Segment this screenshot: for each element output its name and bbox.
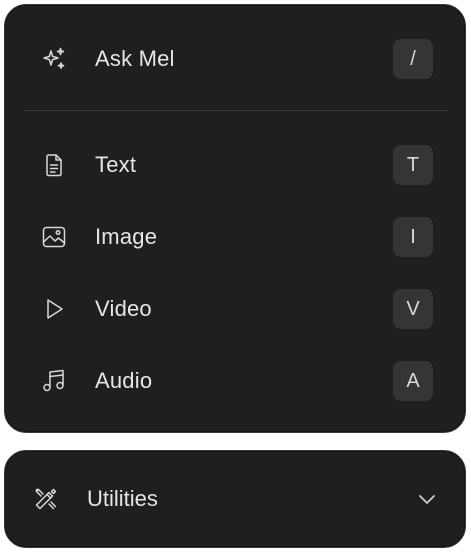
shortcut-key: T — [393, 145, 433, 185]
app-stage: Ask Mel / Text T Image I Video V Audio A… — [0, 0, 471, 553]
utilities-label: Utilities — [87, 486, 158, 511]
menu-item-image[interactable]: Image I — [5, 209, 465, 265]
document-icon — [39, 150, 69, 180]
menu-item-video[interactable]: Video V — [5, 281, 465, 337]
menu-item-audio[interactable]: Audio A — [5, 353, 465, 409]
image-icon — [39, 222, 69, 252]
menu-item-ask[interactable]: Ask Mel / — [5, 31, 465, 87]
sparkles-icon — [39, 44, 69, 74]
menu-item-text[interactable]: Text T — [5, 137, 465, 193]
menu-divider — [23, 110, 449, 111]
play-icon — [39, 294, 69, 324]
utilities-panel: Utilities — [4, 450, 466, 548]
menu-item-label: Audio — [95, 368, 153, 393]
shortcut-key: / — [393, 39, 433, 79]
music-note-icon — [39, 366, 69, 396]
menu-item-label: Video — [95, 296, 152, 321]
menu-item-label: Ask Mel — [95, 46, 175, 71]
insert-menu-panel: Ask Mel / Text T Image I Video V Audio A — [4, 4, 466, 433]
shortcut-key: V — [393, 289, 433, 329]
shortcut-key: A — [393, 361, 433, 401]
shortcut-key: I — [393, 217, 433, 257]
menu-item-label: Image — [95, 224, 158, 249]
tools-icon — [31, 484, 61, 514]
menu-item-label: Text — [95, 152, 137, 177]
utilities-toggle[interactable]: Utilities — [5, 471, 465, 527]
chevron-down-icon[interactable] — [415, 487, 439, 511]
